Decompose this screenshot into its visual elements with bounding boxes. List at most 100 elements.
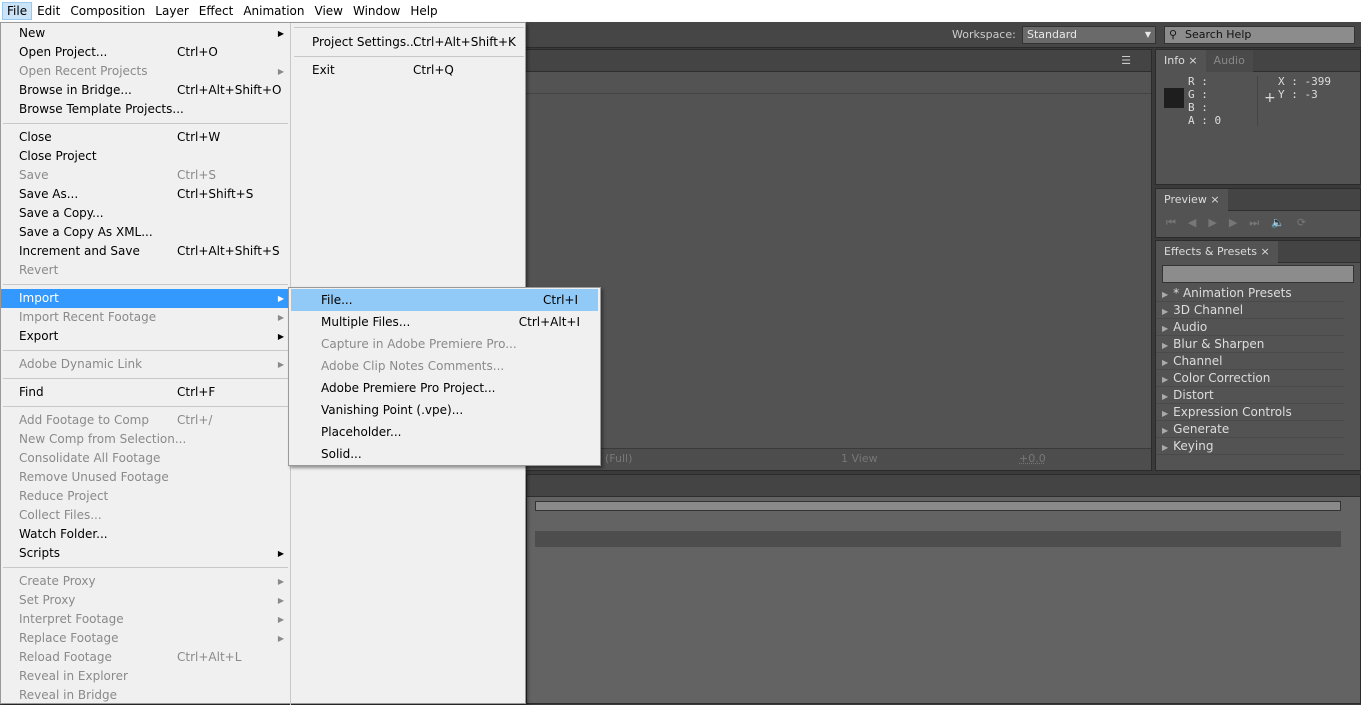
views-select[interactable]: 1 View (841, 452, 878, 465)
expand-triangle-icon[interactable]: ▶ (1162, 409, 1168, 418)
menu-item-new[interactable]: New ▶ (1, 24, 290, 43)
preview-controls[interactable]: ⏮◀▶▶⏭🔈⟳ (1156, 211, 1360, 235)
shortcut-label: Ctrl+F (177, 385, 216, 399)
menu-help[interactable]: Help (405, 2, 442, 20)
menu-item-close-project[interactable]: Close Project (1, 147, 290, 166)
menu-item-export[interactable]: Export ▶ (1, 327, 290, 346)
submenu-item-capture-in-adobe-premiere-pro[interactable]: Capture in Adobe Premiere Pro... (289, 333, 600, 355)
tab-preview[interactable]: Preview × (1156, 188, 1228, 211)
effects-category[interactable]: ▶ 3D Channel (1156, 302, 1344, 319)
submenu-item-adobe-premiere-pro-project[interactable]: Adobe Premiere Pro Project... (289, 377, 600, 399)
expand-triangle-icon[interactable]: ▶ (1162, 375, 1168, 384)
effects-category[interactable]: ▶ Channel (1156, 353, 1344, 370)
menu-item-browse-template-projects[interactable]: Browse Template Projects... (1, 100, 290, 119)
search-help-input[interactable]: ⚲ Search Help (1164, 26, 1355, 44)
menu-window[interactable]: Window (348, 2, 405, 20)
menu-item-collect-files[interactable]: Collect Files... (1, 506, 290, 525)
menu-item-watch-folder[interactable]: Watch Folder... (1, 525, 290, 544)
effects-category[interactable]: ▶ Distort (1156, 387, 1344, 404)
menu-item-label: Interpret Footage (19, 612, 124, 626)
tab-info[interactable]: Info × (1156, 49, 1206, 72)
effects-category[interactable]: ▶ Audio (1156, 319, 1344, 336)
expand-triangle-icon[interactable]: ▶ (1162, 358, 1168, 367)
menu-item-open-project[interactable]: Open Project... Ctrl+O (1, 43, 290, 62)
effects-category[interactable]: ▶ Keying (1156, 438, 1344, 455)
menu-layer[interactable]: Layer (150, 2, 193, 20)
menu-item-consolidate-all-footage[interactable]: Consolidate All Footage (1, 449, 290, 468)
expand-triangle-icon[interactable]: ▶ (1162, 290, 1168, 299)
chevron-down-icon: ▼ (1144, 30, 1151, 39)
menu-view[interactable]: View (310, 2, 348, 20)
menu-item-save-a-copy[interactable]: Save a Copy... (1, 204, 290, 223)
submenu-item-placeholder[interactable]: Placeholder... (289, 421, 600, 443)
menu-item-add-footage-to-comp[interactable]: Add Footage to Comp Ctrl+/ (1, 411, 290, 430)
menu-item-reveal-in-explorer[interactable]: Reveal in Explorer (1, 667, 290, 686)
exposure-value[interactable]: +0.0 (1019, 452, 1046, 465)
submenu-item-vanishing-point-vpe[interactable]: Vanishing Point (.vpe)... (289, 399, 600, 421)
menu-separator (292, 23, 526, 33)
menu-item-reload-footage[interactable]: Reload Footage Ctrl+Alt+L (1, 648, 290, 667)
menu-item-revert[interactable]: Revert (1, 261, 290, 280)
menu-item-remove-unused-footage[interactable]: Remove Unused Footage (1, 468, 290, 487)
menu-item-import-recent-footage[interactable]: Import Recent Footage ▶ (1, 308, 290, 327)
menu-item-set-proxy[interactable]: Set Proxy ▶ (1, 591, 290, 610)
menu-item-save-a-copy-as-xml[interactable]: Save a Copy As XML... (1, 223, 290, 242)
menu-item-close[interactable]: Close Ctrl+W (1, 128, 290, 147)
effects-category[interactable]: ▶ Blur & Sharpen (1156, 336, 1344, 353)
submenu-item-multiple-files[interactable]: Multiple Files... Ctrl+Alt+I (289, 311, 600, 333)
tab-audio[interactable]: Audio (1205, 49, 1253, 72)
menu-item-save-as[interactable]: Save As... Ctrl+Shift+S (1, 185, 290, 204)
submenu-item-file[interactable]: File... Ctrl+I (291, 289, 598, 311)
menu-item-label: Solid... (321, 447, 362, 461)
workspace-select[interactable]: Standard ▼ (1022, 26, 1156, 44)
menu-item-label: Project Settings... (312, 35, 418, 49)
work-area-bar[interactable] (535, 501, 1341, 511)
expand-triangle-icon[interactable]: ▶ (1162, 392, 1168, 401)
effects-category[interactable]: ▶ * Animation Presets (1156, 285, 1344, 302)
submenu-item-adobe-clip-notes-comments[interactable]: Adobe Clip Notes Comments... (289, 355, 600, 377)
effects-search-input[interactable] (1162, 265, 1354, 283)
menu-edit[interactable]: Edit (32, 2, 65, 20)
menu-item-create-proxy[interactable]: Create Proxy ▶ (1, 572, 290, 591)
menu-item-import[interactable]: Import ▶ (1, 289, 290, 308)
timeline-panel (526, 474, 1361, 704)
panel-menu-icon[interactable]: ☰ (1121, 54, 1131, 67)
menu-item-interpret-footage[interactable]: Interpret Footage ▶ (1, 610, 290, 629)
expand-triangle-icon[interactable]: ▶ (1162, 341, 1168, 350)
menu-item-browse-in-bridge[interactable]: Browse in Bridge... Ctrl+Alt+Shift+O (1, 81, 290, 100)
effects-category[interactable]: ▶ Color Correction (1156, 370, 1344, 387)
menu-item-project-settings[interactable]: Project Settings... Ctrl+Alt+Shift+K (292, 33, 526, 52)
expand-triangle-icon[interactable]: ▶ (1162, 426, 1168, 435)
menu-item-label: Remove Unused Footage (19, 470, 169, 484)
menu-item-adobe-dynamic-link[interactable]: Adobe Dynamic Link ▶ (1, 355, 290, 374)
menu-item-label: Watch Folder... (19, 527, 108, 541)
menu-item-reduce-project[interactable]: Reduce Project (1, 487, 290, 506)
menu-effect[interactable]: Effect (194, 2, 239, 20)
expand-triangle-icon[interactable]: ▶ (1162, 324, 1168, 333)
menu-item-save[interactable]: Save Ctrl+S (1, 166, 290, 185)
menu-item-label: Capture in Adobe Premiere Pro... (321, 337, 517, 351)
resolution-select[interactable]: (Full) (605, 452, 632, 465)
menu-item-new-comp-from-selection[interactable]: New Comp from Selection... (1, 430, 290, 449)
effects-category-label: Expression Controls (1173, 405, 1292, 419)
menu-composition[interactable]: Composition (65, 2, 150, 20)
menu-item-replace-footage[interactable]: Replace Footage ▶ (1, 629, 290, 648)
tab-effects-presets[interactable]: Effects & Presets × (1156, 240, 1278, 263)
menu-item-label: Import (19, 291, 59, 305)
time-ruler[interactable] (535, 531, 1341, 547)
menu-item-reveal-in-bridge[interactable]: Reveal in Bridge (1, 686, 290, 705)
menu-animation[interactable]: Animation (238, 2, 309, 20)
expand-triangle-icon[interactable]: ▶ (1162, 443, 1168, 452)
menu-item-open-recent-projects[interactable]: Open Recent Projects ▶ (1, 62, 290, 81)
menu-item-find[interactable]: Find Ctrl+F (1, 383, 290, 402)
menu-item-exit[interactable]: Exit Ctrl+Q (292, 61, 526, 80)
submenu-item-solid[interactable]: Solid... (289, 443, 600, 465)
effects-category[interactable]: ▶ Expression Controls (1156, 404, 1344, 421)
menu-file[interactable]: File (2, 2, 33, 20)
effects-category[interactable]: ▶ Generate (1156, 421, 1344, 438)
menu-item-increment-and-save[interactable]: Increment and Save Ctrl+Alt+Shift+S (1, 242, 290, 261)
expand-triangle-icon[interactable]: ▶ (1162, 307, 1168, 316)
menu-item-label: Save As... (19, 187, 79, 201)
menu-item-scripts[interactable]: Scripts ▶ (1, 544, 290, 563)
workspace-value: Standard (1027, 28, 1078, 41)
